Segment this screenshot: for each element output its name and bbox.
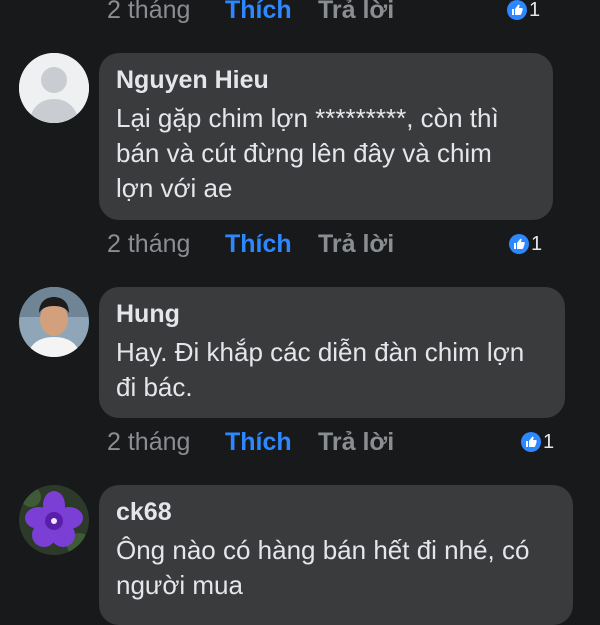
comment-bubble[interactable]: ck68 Ông nào có hàng bán hết đi nhé, có … — [99, 485, 573, 625]
reaction-count[interactable]: 1 — [507, 0, 540, 22]
reaction-count[interactable]: 1 — [509, 233, 542, 256]
thumbs-up-icon — [507, 0, 527, 20]
like-button[interactable]: Thích — [225, 230, 292, 259]
user-photo-icon — [19, 287, 89, 357]
comment-author[interactable]: Nguyen Hieu — [116, 65, 535, 95]
comment-time: 2 tháng — [107, 0, 191, 24]
reaction-count[interactable]: 1 — [521, 431, 554, 454]
reaction-number: 1 — [543, 430, 555, 453]
like-button[interactable]: Thích — [225, 0, 292, 25]
reaction-number: 1 — [529, 0, 541, 21]
comment-meta: 2 tháng Thích Trả lời 1 — [107, 426, 557, 458]
avatar[interactable] — [19, 485, 89, 555]
comment-author[interactable]: ck68 — [116, 497, 555, 527]
comment-time: 2 tháng — [107, 229, 191, 258]
comment-feed: 2 tháng Thích Trả lời 1 Nguyen Hieu Lại … — [0, 0, 600, 625]
comment-meta: 2 tháng Thích Trả lời 1 — [107, 228, 547, 260]
flower-icon — [19, 485, 89, 555]
comment-author[interactable]: Hung — [116, 299, 547, 329]
comment-text: Ông nào có hàng bán hết đi nhé, có người… — [116, 535, 530, 600]
thumbs-up-icon — [509, 234, 529, 254]
comment-meta: 2 tháng Thích Trả lời 1 — [107, 0, 547, 26]
reaction-number: 1 — [531, 232, 543, 255]
default-avatar-icon — [19, 53, 89, 123]
comment-text: Lại gặp chim lợn *********, còn thì bán … — [116, 103, 499, 203]
thumbs-up-icon — [521, 432, 541, 452]
like-button[interactable]: Thích — [225, 428, 292, 457]
comment-bubble[interactable]: Hung Hay. Đi khắp các diễn đàn chim lợn … — [99, 287, 565, 418]
reply-button[interactable]: Trả lời — [318, 230, 394, 259]
comment-time: 2 tháng — [107, 427, 191, 456]
reply-button[interactable]: Trả lời — [318, 0, 394, 25]
avatar[interactable] — [19, 53, 89, 123]
comment-text: Hay. Đi khắp các diễn đàn chim lợn đi bá… — [116, 337, 525, 402]
comment-bubble[interactable]: Nguyen Hieu Lại gặp chim lợn *********, … — [99, 53, 553, 220]
reply-button[interactable]: Trả lời — [318, 428, 394, 457]
avatar[interactable] — [19, 287, 89, 357]
